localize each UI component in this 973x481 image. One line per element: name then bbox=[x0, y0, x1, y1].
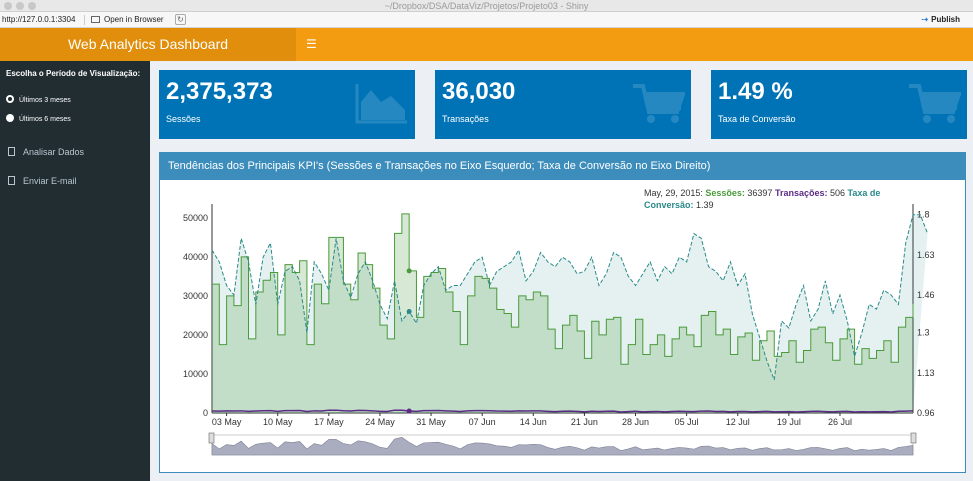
kpi-chart-panel: Tendências dos Principais KPI's (Sessões… bbox=[159, 152, 966, 473]
x-tick-label: 03 May bbox=[212, 417, 242, 427]
x-tick-label: 12 Jul bbox=[726, 417, 750, 427]
x-tick-label: 07 Jun bbox=[469, 417, 496, 427]
value-box-sessions: 2,375,373 Sessões bbox=[159, 70, 415, 139]
period-label: Escolha o Período de Visualização: bbox=[6, 69, 141, 78]
y-tick-right: 1.13 bbox=[917, 368, 935, 378]
y-tick-left: 30000 bbox=[183, 291, 208, 301]
legend-part: 1.39 bbox=[694, 200, 714, 210]
sessions-highlight-point bbox=[406, 268, 412, 274]
window-title: ~/Dropbox/DSA/DataViz/Projetos/Projeto03… bbox=[384, 1, 589, 11]
area-chart-icon bbox=[355, 84, 407, 124]
x-tick-label: 24 May bbox=[365, 417, 395, 427]
conversion-value: 1.49 % bbox=[718, 78, 793, 105]
transactions-highlight-point bbox=[406, 408, 412, 414]
x-tick-label: 17 May bbox=[314, 417, 344, 427]
window-icon bbox=[91, 16, 100, 23]
legend-part: Conversão: bbox=[644, 200, 694, 210]
radio-option-6-months[interactable]: Últimos 6 meses bbox=[6, 114, 71, 124]
publish-button[interactable]: ⇢ Publish bbox=[921, 12, 960, 28]
radio-unselected-icon[interactable] bbox=[6, 114, 14, 122]
legend-part: 36397 bbox=[745, 188, 775, 198]
document-icon bbox=[8, 147, 15, 156]
legend-line-2: Conversão: 1.39 bbox=[644, 200, 714, 210]
open-in-browser-label: Open in Browser bbox=[104, 15, 164, 24]
url-label: http://127.0.0.1:3304 bbox=[2, 15, 76, 24]
menu-item-enviar-email[interactable]: Enviar E-mail bbox=[8, 175, 77, 187]
y-tick-left: 0 bbox=[203, 408, 208, 418]
x-tick-label: 19 Jul bbox=[777, 417, 801, 427]
hamburger-icon[interactable]: ☰ bbox=[306, 28, 317, 61]
menu-label-analisar: Analisar Dados bbox=[23, 147, 85, 157]
shopping-cart-icon bbox=[633, 84, 685, 123]
kpi-trend-chart[interactable]: 010000200003000040000500000.961.131.31.4… bbox=[160, 180, 965, 472]
range-handle-right bbox=[910, 432, 917, 444]
dashboard-header: Web Analytics Dashboard ☰ bbox=[0, 28, 973, 61]
range-handle-left bbox=[208, 432, 215, 444]
menu-label-enviar: Enviar E-mail bbox=[23, 176, 77, 186]
sessions-value: 2,375,373 bbox=[166, 78, 273, 105]
open-in-browser-button[interactable]: Open in Browser bbox=[91, 12, 164, 28]
x-tick-label: 10 May bbox=[263, 417, 293, 427]
shopping-cart-icon bbox=[909, 84, 961, 123]
radio-selected-icon[interactable] bbox=[6, 95, 14, 103]
y-tick-left: 10000 bbox=[183, 369, 208, 379]
sidebar: Escolha o Período de Visualização: Últim… bbox=[0, 61, 150, 481]
x-tick-label: 31 May bbox=[416, 417, 446, 427]
x-tick-label: 21 Jun bbox=[571, 417, 598, 427]
chart-panel-title: Tendências dos Principais KPI's (Sessões… bbox=[160, 153, 965, 180]
window-titlebar: ~/Dropbox/DSA/DataViz/Projetos/Projeto03… bbox=[0, 0, 973, 12]
legend-part: Taxa de bbox=[848, 188, 881, 198]
conversion-label: Taxa de Conversão bbox=[718, 114, 796, 124]
radio-label-3-months: Últimos 3 meses bbox=[19, 97, 71, 104]
legend-line-1: May, 29, 2015: Sessões: 36397 Transações… bbox=[644, 188, 880, 198]
publish-icon: ⇢ bbox=[921, 15, 929, 24]
viewer-toolbar: http://127.0.0.1:3304 Open in Browser ↻ … bbox=[0, 12, 973, 28]
legend-part: 506 bbox=[827, 188, 847, 198]
value-box-conversion: 1.49 % Taxa de Conversão bbox=[711, 70, 967, 139]
transactions-label: Transações bbox=[442, 114, 489, 124]
x-tick-label: 26 Jul bbox=[828, 417, 852, 427]
refresh-icon[interactable]: ↻ bbox=[175, 14, 186, 25]
y-tick-left: 50000 bbox=[183, 213, 208, 223]
legend-part: May, 29, 2015: bbox=[644, 188, 705, 198]
sessions-label: Sessões bbox=[166, 114, 201, 124]
toolbar-divider bbox=[84, 15, 85, 25]
value-box-transactions: 36,030 Transações bbox=[435, 70, 691, 139]
x-tick-label: 28 Jun bbox=[622, 417, 649, 427]
radio-option-3-months[interactable]: Últimos 3 meses bbox=[6, 95, 71, 105]
radio-label-6-months: Últimos 6 meses bbox=[19, 116, 71, 123]
legend-part: Sessões: bbox=[705, 188, 745, 198]
publish-label: Publish bbox=[931, 15, 960, 24]
menu-item-analisar-dados[interactable]: Analisar Dados bbox=[8, 146, 84, 158]
transactions-value: 36,030 bbox=[442, 78, 516, 105]
x-tick-label: 05 Jul bbox=[675, 417, 699, 427]
x-tick-label: 14 Jun bbox=[520, 417, 547, 427]
y-tick-right: 0.96 bbox=[917, 408, 935, 418]
legend-part: Transações: bbox=[775, 188, 828, 198]
document-icon bbox=[8, 176, 15, 185]
dashboard-title: Web Analytics Dashboard bbox=[0, 28, 296, 61]
y-tick-left: 40000 bbox=[183, 252, 208, 262]
conversion-highlight-point bbox=[406, 309, 412, 314]
y-tick-left: 20000 bbox=[183, 330, 208, 340]
